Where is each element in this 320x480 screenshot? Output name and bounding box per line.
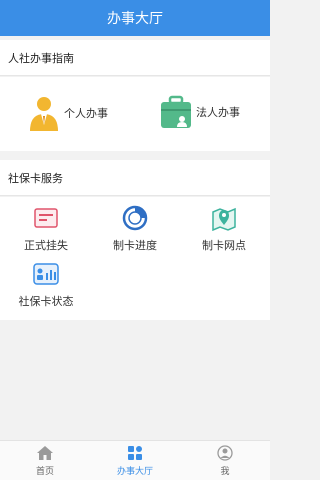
card-outlets-button[interactable]: 制卡网点 (189, 205, 259, 253)
progress-icon (122, 205, 148, 231)
card-service-panel: 正式挂失 制卡进度 制卡网点 社保卡状态 (0, 197, 270, 320)
grid-icon (128, 446, 142, 460)
tab-home[interactable]: 首页 (0, 445, 90, 477)
card-service-section-title: 社保卡服务 (0, 160, 270, 196)
page-title: 办事大厅 (107, 11, 163, 27)
report-loss-icon (34, 208, 58, 228)
card-status-button[interactable]: 社保卡状态 (11, 261, 81, 309)
card-progress-button[interactable]: 制卡进度 (100, 205, 170, 253)
page-header: 办事大厅 (0, 0, 270, 36)
card-outlets-label: 制卡网点 (202, 239, 246, 252)
report-loss-button[interactable]: 正式挂失 (11, 205, 81, 253)
user-icon (217, 445, 233, 461)
report-loss-label: 正式挂失 (24, 239, 68, 252)
card-progress-label: 制卡进度 (113, 239, 157, 252)
personal-affairs-button[interactable]: 个人办事 (28, 95, 108, 131)
guide-section-title: 人社办事指南 (0, 40, 270, 76)
guide-panel: 个人办事 法人办事 (0, 77, 270, 151)
tab-service-hall[interactable]: 办事大厅 (90, 445, 180, 477)
corporate-affairs-button[interactable]: 法人办事 (160, 95, 240, 129)
briefcase-icon (161, 95, 191, 128)
person-icon (30, 97, 58, 131)
card-status-icon (33, 263, 59, 285)
corporate-affairs-label: 法人办事 (196, 106, 240, 119)
home-icon (37, 446, 53, 460)
card-status-label: 社保卡状态 (18, 295, 74, 308)
bottom-tab-bar: 首页 办事大厅 我 (0, 440, 270, 480)
map-pin-icon (212, 207, 236, 231)
tab-me[interactable]: 我 (180, 445, 270, 477)
personal-affairs-label: 个人办事 (64, 107, 108, 120)
